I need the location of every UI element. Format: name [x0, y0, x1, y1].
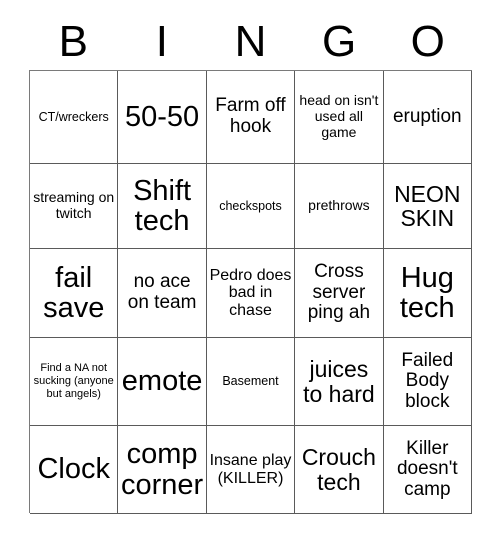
bingo-cell-label: head on isn't used all game — [299, 92, 379, 140]
header-letter-g: G — [321, 17, 357, 66]
bingo-cell-r4c5[interactable]: Failed Body block — [383, 338, 472, 426]
bingo-cell-r1c5[interactable]: eruption — [383, 71, 472, 164]
bingo-cell-label: juices to hard — [303, 356, 375, 407]
bingo-cell-label: Crouch tech — [301, 444, 376, 495]
bingo-cell-label: Killer doesn't camp — [396, 437, 458, 500]
bingo-cell-label: prethrows — [308, 197, 370, 214]
bingo-cell-r5c5[interactable]: Killer doesn't camp — [383, 426, 472, 514]
bingo-cell-label: Clock — [37, 453, 110, 486]
bingo-cell-r5c1[interactable]: Clock — [30, 426, 119, 514]
bingo-cell-r5c3[interactable]: Insane play (KILLER) — [206, 426, 296, 514]
bingo-cell-label: fail save — [43, 261, 105, 324]
bingo-cell-label: Cross server ping ah — [307, 261, 371, 324]
bingo-cell-r5c2[interactable]: comp corner — [118, 426, 207, 514]
bingo-cell-r1c3[interactable]: Farm off hook — [206, 71, 296, 164]
bingo-cell-label: eruption — [392, 105, 462, 127]
bingo-cell-r4c3[interactable]: Basement — [206, 338, 296, 426]
bingo-cell-r3c4[interactable]: Cross server ping ah — [295, 249, 384, 338]
bingo-cell-r2c2[interactable]: Shift tech — [118, 164, 207, 249]
bingo-cell-label: Failed Body block — [401, 349, 454, 412]
bingo-cell-r1c4[interactable]: head on isn't used all game — [295, 71, 384, 164]
bingo-cell-r4c4[interactable]: juices to hard — [295, 338, 384, 426]
bingo-cell-label: no ace on team — [127, 271, 197, 313]
header-letter-i: I — [155, 17, 168, 66]
header-letter-n: N — [234, 17, 267, 66]
bingo-cell-r4c1[interactable]: Find a NA not sucking (anyone but angels… — [30, 338, 119, 426]
bingo-cell-label: CT/wreckers — [38, 109, 109, 124]
bingo-cell-label: Farm off hook — [215, 95, 286, 137]
bingo-cell-label: Find a NA not sucking (anyone but angels… — [33, 362, 114, 400]
bingo-card-page: B I N G O CT/wreckers 50-50 Farm off hoo… — [0, 0, 500, 544]
bingo-cell-label: emote — [121, 365, 203, 398]
bingo-cell-r3c5[interactable]: Hug tech — [383, 249, 472, 338]
bingo-cell-r3c3[interactable]: Pedro does bad in chase — [206, 249, 296, 338]
bingo-cell-r2c1[interactable]: streaming on twitch — [30, 164, 119, 249]
bingo-cell-label: Pedro does bad in chase — [209, 266, 292, 319]
bingo-cell-r1c1[interactable]: CT/wreckers — [30, 71, 119, 164]
bingo-cell-r2c3[interactable]: checkspots — [206, 164, 296, 249]
bingo-cell-label: checkspots — [219, 198, 282, 213]
bingo-cell-label: 50-50 — [125, 100, 200, 133]
header-letter-b: B — [58, 17, 88, 66]
bingo-cell-label: NEON SKIN — [394, 180, 461, 231]
bingo-cell-r1c2[interactable]: 50-50 — [118, 71, 207, 164]
bingo-cell-r3c2[interactable]: no ace on team — [118, 249, 207, 338]
bingo-cell-r5c4[interactable]: Crouch tech — [295, 426, 384, 514]
bingo-header-row: B I N G O — [29, 14, 472, 70]
bingo-cell-r2c4[interactable]: prethrows — [295, 164, 384, 249]
bingo-cell-r3c1[interactable]: fail save — [30, 249, 119, 338]
bingo-cell-label: streaming on twitch — [33, 189, 115, 221]
bingo-cell-label: Insane play (KILLER) — [209, 451, 292, 487]
bingo-cell-r2c5[interactable]: NEON SKIN — [383, 164, 472, 249]
bingo-grid: CT/wreckers 50-50 Farm off hook head on … — [29, 70, 472, 514]
bingo-cell-label: Hug tech — [399, 261, 455, 324]
header-letter-o: O — [410, 17, 445, 66]
bingo-cell-label: Basement — [222, 374, 279, 389]
bingo-cell-label: comp corner — [120, 438, 204, 501]
bingo-cell-r4c2[interactable]: emote — [118, 338, 207, 426]
bingo-cell-label: Shift tech — [133, 174, 192, 237]
